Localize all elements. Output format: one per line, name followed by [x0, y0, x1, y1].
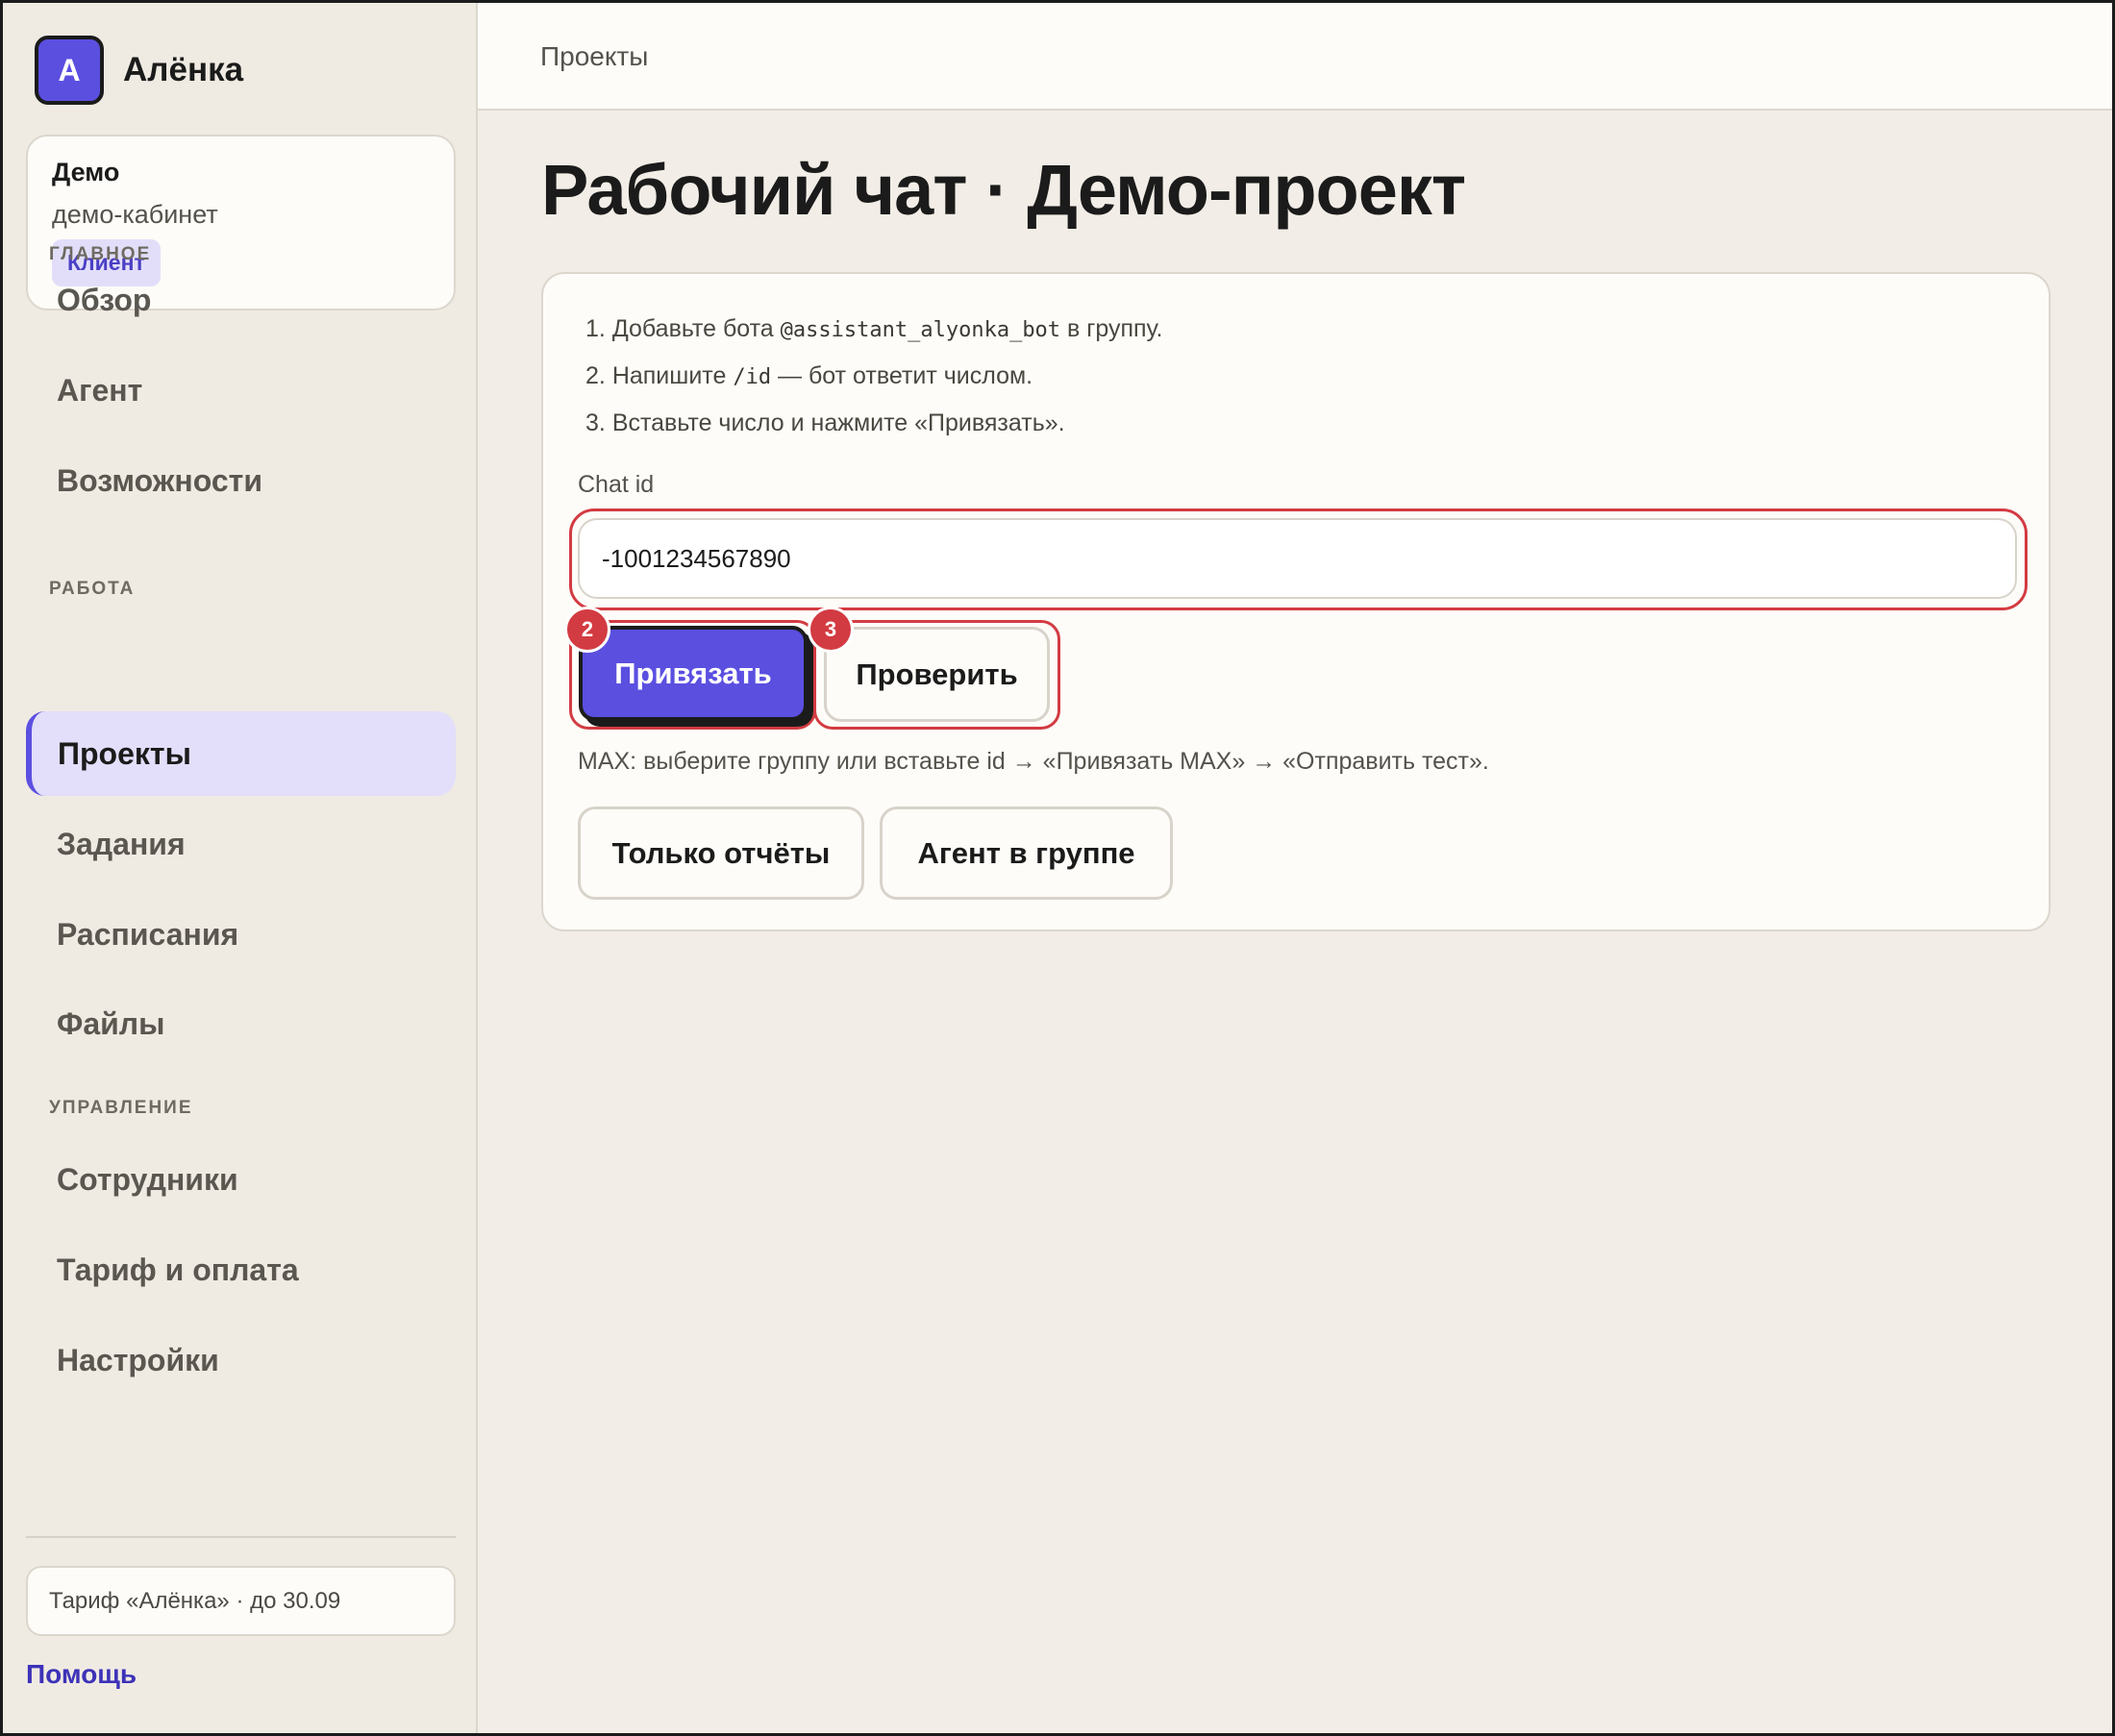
- sidebar-item-billing[interactable]: Тариф и оплата: [26, 1228, 456, 1312]
- app-name: Алёнка: [123, 51, 244, 88]
- instruction-step: 2. Напишите /id — бот ответит числом.: [585, 362, 1033, 389]
- agent-in-group-button[interactable]: Агент в группе: [880, 806, 1173, 900]
- sidebar-item-files[interactable]: Файлы: [26, 981, 456, 1066]
- account-subtitle: демо-кабинет: [52, 200, 218, 229]
- reports-only-button[interactable]: Только отчёты: [578, 806, 864, 900]
- sidebar-divider: [26, 1536, 456, 1538]
- breadcrumb[interactable]: Проекты: [540, 41, 648, 72]
- sidebar-item-features[interactable]: Возможности: [26, 438, 456, 523]
- instruction-step: 3. Вставьте число и нажмите «Привязать».: [585, 409, 1065, 436]
- nav-section-work: РАБОТА: [49, 579, 136, 599]
- sidebar: А Алёнка Демо демо-кабинет Клиент ГЛАВНО…: [3, 3, 478, 1733]
- page-title: Рабочий чат · Демо-проект: [541, 150, 1466, 230]
- bot-username: @assistant_alyonka_bot: [780, 318, 1061, 342]
- brand[interactable]: А Алёнка: [35, 36, 243, 105]
- sidebar-item-tasks[interactable]: Задания: [26, 802, 456, 886]
- nav-section-management: УПРАВЛЕНИЕ: [49, 1098, 193, 1118]
- help-link[interactable]: Помощь: [26, 1659, 137, 1690]
- instruction-step: 1. Добавьте бота @assistant_alyonka_bot …: [585, 315, 1163, 342]
- sidebar-item-overview[interactable]: Обзор: [26, 258, 456, 342]
- chat-binding-card: 1. Добавьте бота @assistant_alyonka_bot …: [541, 272, 2051, 931]
- bind-button[interactable]: Привязать: [579, 626, 808, 721]
- check-button[interactable]: Проверить: [824, 627, 1050, 722]
- instruction-list: 1. Добавьте бота @assistant_alyonka_bot …: [585, 314, 1163, 456]
- step-marker-2: 2: [564, 607, 610, 653]
- max-hint: MAX: выберите группу или вставьте id → «…: [578, 748, 1489, 775]
- sidebar-item-staff[interactable]: Сотрудники: [26, 1137, 456, 1222]
- sidebar-item-agent[interactable]: Агент: [26, 348, 456, 433]
- topbar: Проекты: [478, 3, 2112, 111]
- sidebar-item-projects[interactable]: Проекты: [26, 711, 456, 796]
- chat-id-label: Chat id: [578, 471, 655, 498]
- id-command: /id: [733, 365, 772, 389]
- account-name: Демо: [52, 158, 120, 186]
- plan-info[interactable]: Тариф «Алёнка» · до 30.09: [26, 1566, 456, 1636]
- step-marker-3: 3: [808, 607, 854, 653]
- app-logo: А: [35, 36, 104, 105]
- sidebar-item-settings[interactable]: Настройки: [26, 1318, 456, 1402]
- sidebar-item-schedules[interactable]: Расписания: [26, 892, 456, 977]
- chat-id-input[interactable]: [578, 518, 2017, 599]
